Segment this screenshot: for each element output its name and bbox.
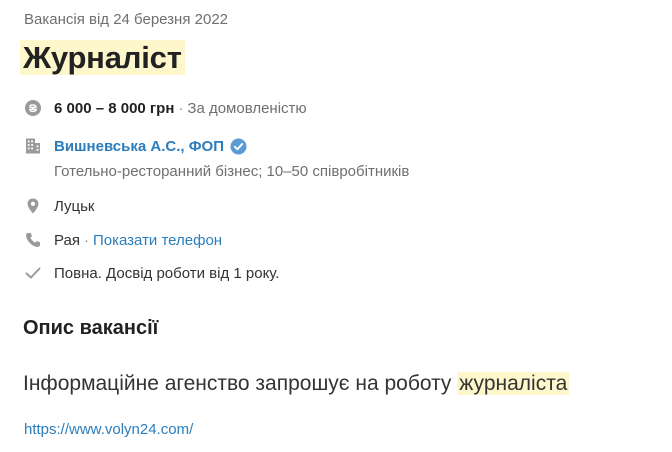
description-heading: Опис вакансії — [23, 317, 159, 339]
contact-name: Рая — [54, 231, 80, 249]
contact-row: Рая · Показати телефон — [24, 231, 222, 249]
company-details: Готельно-ресторанний бізнес; 10–50 співр… — [54, 163, 410, 180]
requirements-row: Повна. Досвід роботи від 1 року. — [24, 264, 279, 282]
description-text: Інформаційне агенство запрошує на роботу… — [23, 372, 570, 396]
phone-icon — [24, 231, 42, 249]
requirements-text: Повна. Досвід роботи від 1 року. — [54, 264, 280, 282]
job-title-text: Журналіст — [20, 40, 185, 75]
posted-date: Вакансія від 24 березня 2022 — [24, 11, 229, 28]
map-pin-icon — [24, 197, 42, 215]
salary-amount: 6 000 – 8 000 грн — [54, 99, 175, 117]
salary-separator: · — [178, 99, 184, 117]
contact-separator: · — [83, 231, 89, 249]
verified-check-icon — [230, 138, 247, 155]
job-title: Журналіст — [20, 40, 185, 76]
checkmark-icon — [24, 264, 42, 282]
hryvnia-coin-icon — [24, 99, 42, 117]
description-highlight: журналіста — [457, 372, 570, 395]
company-row: Вишневська А.С., ФОП — [24, 137, 247, 155]
description-text-main: Інформаційне агенство запрошує на роботу — [23, 372, 458, 395]
location-text: Луцьк — [54, 197, 95, 215]
company-link[interactable]: Вишневська А.С., ФОП — [54, 138, 224, 155]
location-row: Луцьк — [24, 197, 94, 215]
building-icon — [24, 137, 42, 155]
description-url-link[interactable]: https://www.volyn24.com/ — [24, 421, 193, 438]
salary-row: 6 000 – 8 000 грн · За домовленістю — [24, 99, 307, 117]
salary-note: За домовленістю — [187, 99, 307, 117]
show-phone-link[interactable]: Показати телефон — [93, 232, 222, 249]
